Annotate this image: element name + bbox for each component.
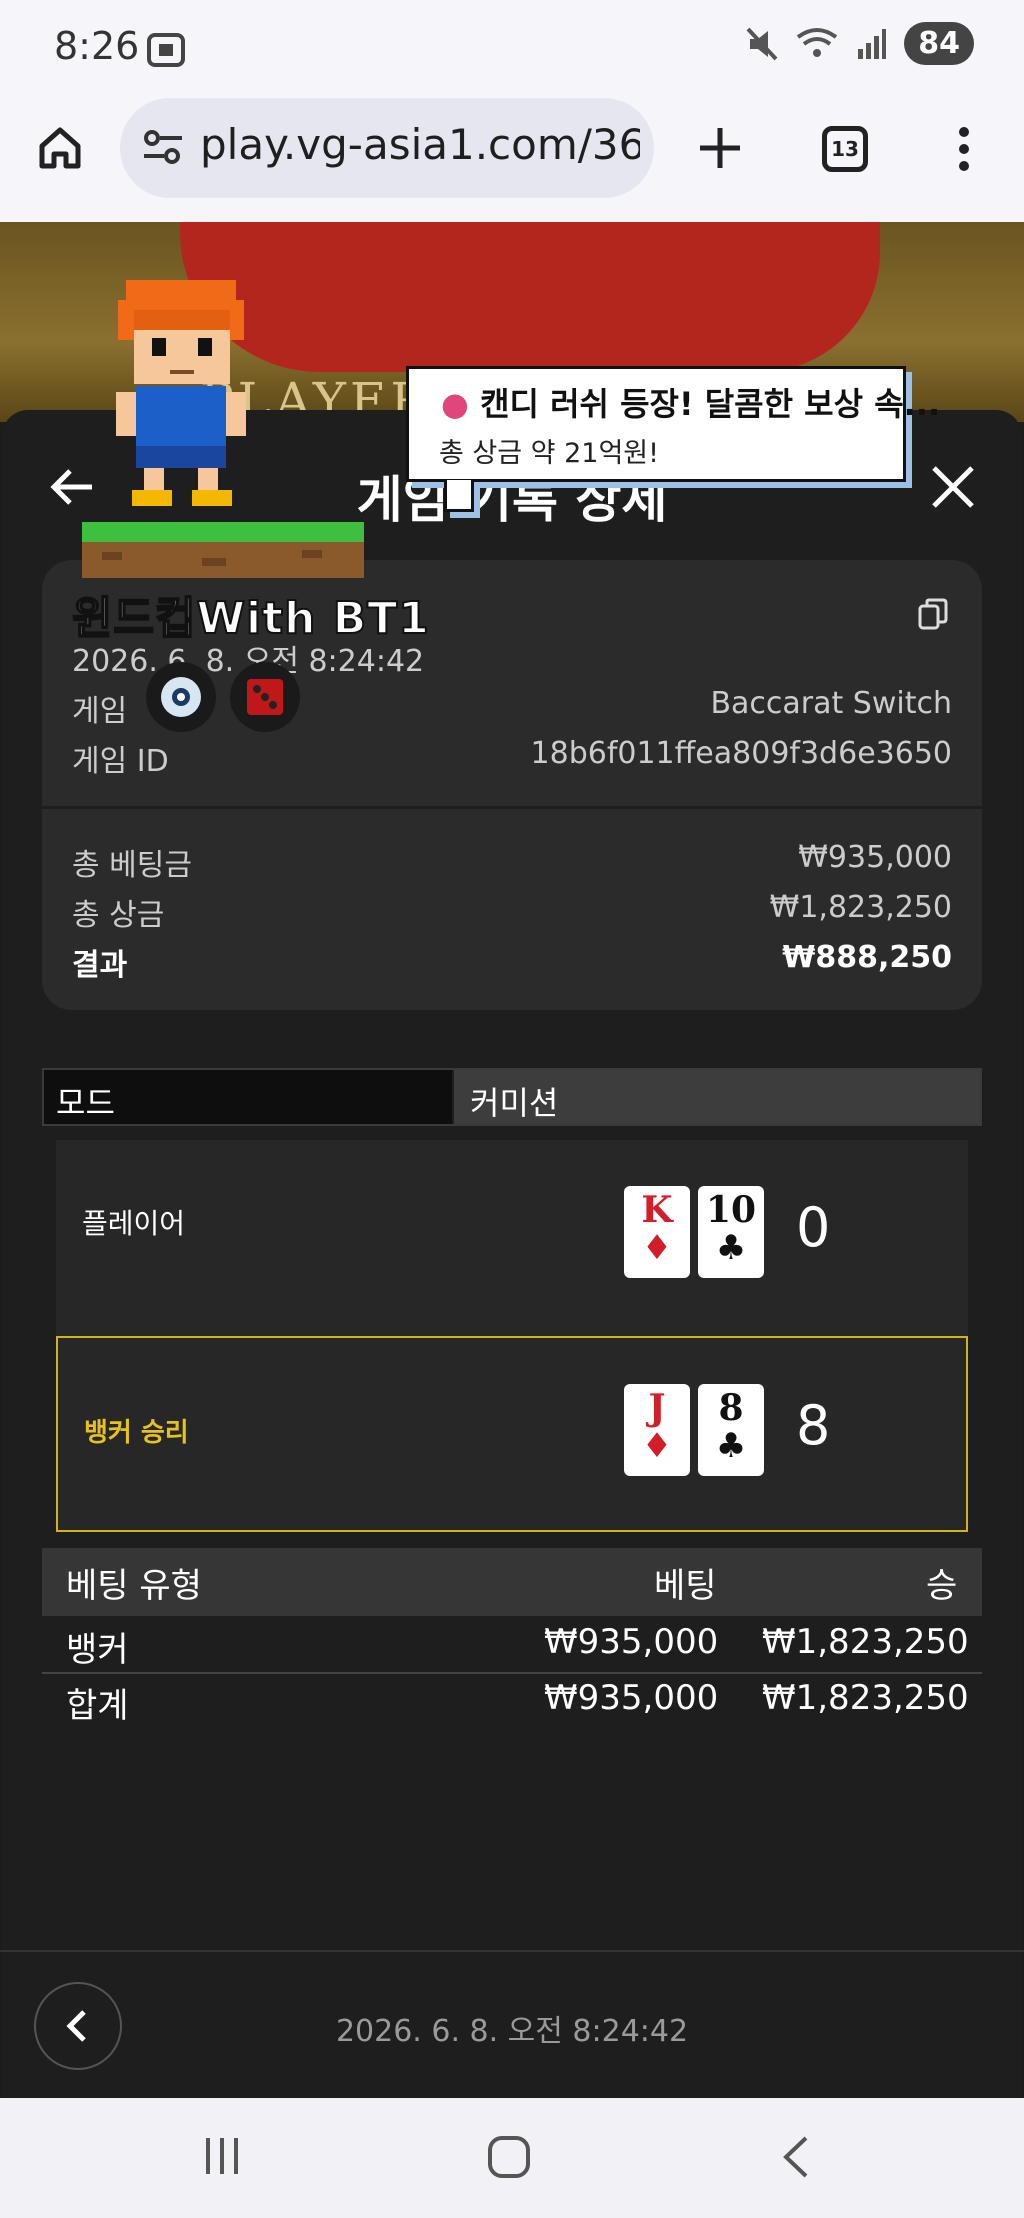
home-nav-icon[interactable]: [486, 2134, 532, 2180]
back-arrow-icon[interactable]: [48, 462, 98, 512]
site-settings-icon[interactable]: [142, 126, 184, 168]
table-cell: ₩1,823,250: [762, 1622, 969, 1662]
player-label: 플레이어: [82, 1207, 186, 1240]
status-icons: 84: [746, 22, 974, 65]
status-time: 8:26: [54, 24, 140, 68]
player-score: 0: [796, 1196, 831, 1259]
popup-subtitle: 총 상금 약 21억원!: [439, 438, 659, 469]
battery-level: 84: [904, 22, 974, 65]
game-id-value: 18b6f011ffea809f3d6e3650: [530, 736, 952, 771]
close-icon[interactable]: [928, 462, 978, 512]
tab-switcher-button[interactable]: 13: [822, 126, 868, 172]
mode-value: 커미션: [454, 1070, 980, 1124]
playing-card: 10 ♣: [698, 1186, 764, 1278]
popup-title: ● 캔디 러쉬 등장! 달콤한 보상 속...: [441, 385, 941, 423]
table-cell: 뱅커: [66, 1630, 129, 1670]
column-header: 승: [926, 1566, 958, 1606]
column-header: 베팅: [654, 1566, 717, 1606]
column-header: 베팅 유형: [66, 1566, 202, 1606]
game-label: 게임: [72, 694, 128, 729]
new-tab-icon[interactable]: [696, 124, 744, 172]
total-win-label: 총 상금: [72, 898, 165, 933]
promo-popup[interactable]: ● 캔디 러쉬 등장! 달콤한 보상 속... 총 상금 약 21억원!: [406, 366, 940, 482]
game-id-label: 게임 ID: [72, 744, 169, 779]
playing-card: K ♦: [624, 1186, 690, 1278]
grass-platform-icon: [82, 522, 364, 578]
address-bar[interactable]: play.vg-asia1.com/364: [120, 98, 654, 198]
total-bet-value: ₩935,000: [798, 840, 952, 875]
game-dice-icon: [230, 662, 300, 732]
playing-card: 8 ♣: [698, 1384, 764, 1476]
mode-row: 모드 커미션: [42, 1068, 982, 1126]
table-cell: 합계: [66, 1686, 129, 1726]
total-bet-label: 총 베팅금: [72, 848, 192, 883]
table-cell: ₩935,000: [544, 1622, 719, 1662]
result-label: 결과: [72, 948, 128, 983]
status-bar: 8:26 84: [0, 0, 1024, 98]
wifi-icon: [797, 27, 838, 57]
banker-win-label: 뱅커 승리: [84, 1418, 189, 1448]
game-name: Baccarat Switch: [710, 686, 952, 721]
playing-card: J ♦: [624, 1384, 690, 1476]
total-win-value: ₩1,823,250: [769, 890, 952, 925]
mode-label: 모드: [44, 1070, 452, 1124]
footer-datetime: 2026. 6. 8. 오전 8:24:42: [335, 2014, 689, 2049]
lollipop-icon: ●: [441, 385, 469, 423]
pixel-character-icon[interactable]: [106, 270, 256, 510]
browser-toolbar: play.vg-asia1.com/364 13: [0, 98, 1024, 222]
recent-apps-icon[interactable]: [200, 2134, 244, 2178]
home-icon[interactable]: [36, 124, 84, 172]
copy-icon[interactable]: [918, 598, 948, 630]
signal-icon: [858, 28, 887, 59]
table-cell: ₩935,000: [544, 1678, 719, 1718]
game-chip-icon: [146, 662, 216, 732]
banker-result-row: 뱅커 승리 J ♦ 8 ♣ 8: [56, 1336, 968, 1532]
system-nav-bar: [0, 2098, 1024, 2218]
banker-score: 8: [796, 1394, 831, 1457]
more-menu-icon[interactable]: [952, 124, 976, 174]
divider: [0, 1950, 1024, 1952]
divider: [42, 1672, 982, 1674]
back-nav-icon[interactable]: [778, 2134, 814, 2180]
result-value: ₩888,250: [782, 940, 952, 975]
player-result-row: 플레이어 K ♦ 10 ♣ 0: [56, 1140, 968, 1336]
url-text[interactable]: play.vg-asia1.com/364: [200, 120, 640, 169]
popup-tail: [444, 480, 474, 512]
divider: [42, 806, 982, 809]
mute-icon: [746, 27, 778, 60]
dealer-sleeve: [180, 222, 880, 372]
table-cell: ₩1,823,250: [762, 1678, 969, 1718]
screenshot-icon: [147, 33, 185, 67]
